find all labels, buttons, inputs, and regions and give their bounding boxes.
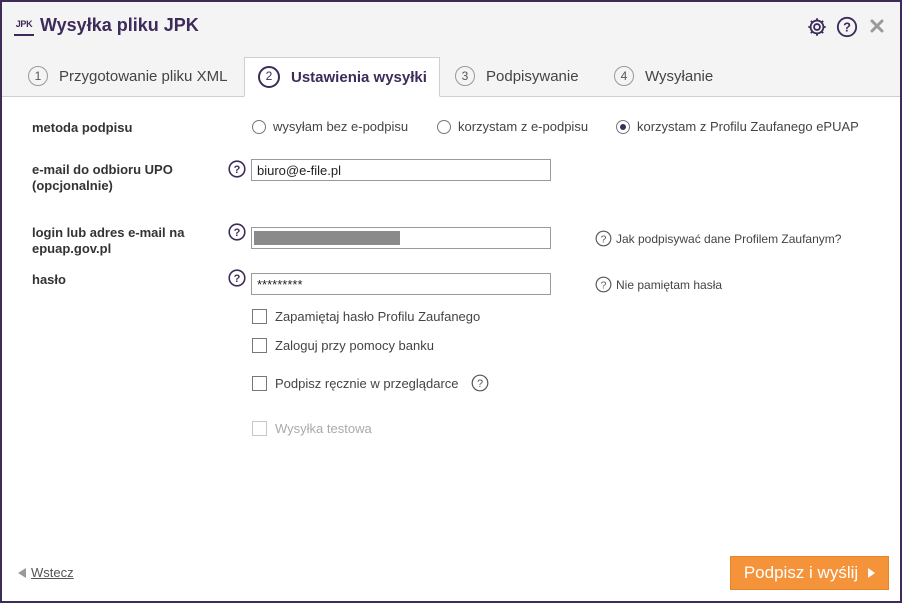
checkbox-label: Zaloguj przy pomocy banku bbox=[275, 338, 434, 353]
help-icon[interactable]: ? bbox=[836, 16, 858, 38]
radio-label: wysyłam bez e-podpisu bbox=[273, 119, 409, 134]
radio-button[interactable] bbox=[437, 119, 451, 134]
back-link[interactable]: Wstecz bbox=[18, 565, 74, 580]
tab-step-number: 2 bbox=[258, 66, 280, 88]
back-link-text: Wstecz bbox=[31, 565, 74, 580]
checkbox-label: Wysyłka testowa bbox=[275, 421, 372, 436]
tab-step-number: 1 bbox=[28, 66, 48, 86]
svg-text:?: ? bbox=[476, 378, 482, 390]
checkbox-box[interactable] bbox=[252, 338, 267, 353]
svg-text:?: ? bbox=[234, 273, 241, 285]
radio-label: korzystam z e-podpisu bbox=[458, 119, 589, 134]
login-label: login lub adres e-mail na epuap.gov.pl bbox=[32, 225, 184, 257]
manual-sign-checkbox[interactable]: Podpisz ręcznie w przeglądarce ? bbox=[252, 374, 489, 392]
checkbox-box[interactable] bbox=[252, 375, 267, 391]
tab-signing[interactable]: 3 Podpisywanie bbox=[442, 57, 602, 95]
svg-text:?: ? bbox=[234, 164, 241, 176]
login-label-line1: login lub adres e-mail na bbox=[32, 225, 185, 240]
help-icon[interactable]: ? bbox=[228, 160, 246, 178]
jpk-logo: JPK bbox=[14, 16, 34, 36]
tab-label: Podpisywanie bbox=[486, 67, 579, 85]
help-link-text: Jak podpisywać dane Profilem Zaufanym? bbox=[616, 231, 842, 246]
help-link-text: Nie pamiętam hasła bbox=[616, 277, 723, 292]
svg-text:?: ? bbox=[234, 227, 241, 239]
trusted-profile-help-link[interactable]: ? Jak podpisywać dane Profilem Zaufanym? bbox=[595, 230, 841, 247]
tab-prepare-xml[interactable]: 1 Przygotowanie pliku XML bbox=[16, 57, 244, 95]
gear-icon[interactable] bbox=[806, 16, 828, 38]
email-upo-label-line1: e-mail do odbioru UPO bbox=[32, 162, 173, 177]
help-icon[interactable]: ? bbox=[228, 223, 246, 241]
password-input[interactable] bbox=[251, 273, 551, 295]
wizard-tabs: 1 Przygotowanie pliku XML 2 Ustawienia w… bbox=[2, 51, 900, 97]
test-send-checkbox: Wysyłka testowa bbox=[252, 421, 372, 436]
bank-login-checkbox[interactable]: Zaloguj przy pomocy banku bbox=[252, 338, 434, 353]
tab-label: Ustawienia wysyłki bbox=[291, 68, 427, 86]
remember-password-checkbox[interactable]: Zapamiętaj hasło Profilu Zaufanego bbox=[252, 309, 480, 324]
email-upo-label: e-mail do odbioru UPO (opcjonalnie) bbox=[32, 162, 173, 194]
checkbox-box[interactable] bbox=[252, 309, 267, 324]
dialog-window: JPK Wysyłka pliku JPK ? 1 Przygotowanie … bbox=[0, 0, 902, 603]
tab-label: Przygotowanie pliku XML bbox=[59, 67, 228, 85]
email-upo-label-line2: (opcjonalnie) bbox=[32, 178, 113, 193]
checkbox-label: Zapamiętaj hasło Profilu Zaufanego bbox=[275, 309, 481, 324]
password-label: hasło bbox=[32, 272, 66, 287]
tab-sending[interactable]: 4 Wysyłanie bbox=[602, 57, 742, 95]
window-title: Wysyłka pliku JPK bbox=[40, 15, 199, 35]
help-icon[interactable]: ? bbox=[228, 269, 246, 287]
svg-text:?: ? bbox=[601, 234, 607, 245]
title-bar: JPK Wysyłka pliku JPK ? bbox=[2, 2, 900, 52]
tab-step-number: 4 bbox=[614, 66, 634, 86]
svg-text:?: ? bbox=[843, 20, 851, 35]
sign-and-send-button[interactable]: Podpisz i wyślij bbox=[730, 556, 889, 590]
arrow-left-icon bbox=[18, 567, 26, 578]
email-upo-input[interactable] bbox=[251, 159, 551, 181]
login-input[interactable] bbox=[251, 227, 551, 249]
checkbox-label: Podpisz ręcznie w przeglądarce bbox=[275, 375, 459, 391]
redacted-value bbox=[254, 231, 400, 245]
help-icon: ? bbox=[595, 276, 612, 293]
close-icon[interactable] bbox=[868, 17, 886, 35]
radio-button[interactable] bbox=[252, 119, 266, 134]
signature-method-label: metoda podpisu bbox=[32, 120, 133, 135]
radio-e-signature[interactable]: korzystam z e-podpisu bbox=[437, 119, 588, 134]
login-label-line2: epuap.gov.pl bbox=[32, 241, 112, 256]
radio-button-checked[interactable] bbox=[616, 119, 630, 134]
svg-text:?: ? bbox=[601, 280, 607, 291]
radio-label: korzystam z Profilu Zaufanego ePUAP bbox=[637, 119, 859, 134]
arrow-right-icon bbox=[868, 568, 876, 578]
forgot-password-link[interactable]: ? Nie pamiętam hasła bbox=[595, 276, 722, 293]
radio-trusted-profile[interactable]: korzystam z Profilu Zaufanego ePUAP bbox=[616, 119, 859, 134]
help-icon[interactable]: ? bbox=[471, 374, 489, 392]
radio-no-signature[interactable]: wysyłam bez e-podpisu bbox=[252, 119, 408, 134]
tab-label: Wysyłanie bbox=[645, 67, 714, 85]
checkbox-box bbox=[252, 421, 267, 436]
help-icon: ? bbox=[595, 230, 612, 247]
button-label: Podpisz i wyślij bbox=[743, 563, 859, 582]
tab-step-number: 3 bbox=[455, 66, 475, 86]
tab-send-settings[interactable]: 2 Ustawienia wysyłki bbox=[244, 57, 440, 97]
